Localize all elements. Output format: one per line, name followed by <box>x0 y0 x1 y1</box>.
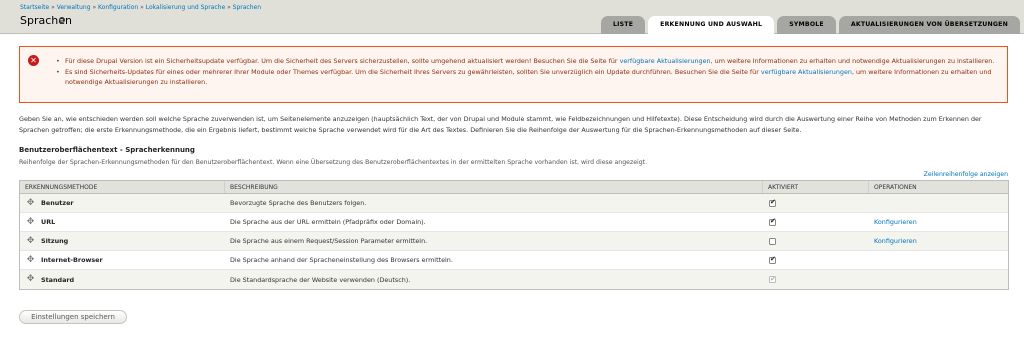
column-header-description: Beschreibung <box>225 181 763 193</box>
section-title: Benutzeroberflächentext - Spracherkennun… <box>19 146 195 154</box>
breadcrumb: Startseite » Verwaltung » Konfiguration … <box>20 4 261 11</box>
method-cell: ✥ Benutzer <box>20 194 225 212</box>
breadcrumb-link-languages[interactable]: Sprachen <box>233 4 261 11</box>
configure-link[interactable]: Konfigurieren <box>874 218 917 226</box>
enabled-cell <box>763 232 869 250</box>
breadcrumb-separator: » <box>51 4 55 11</box>
enabled-checkbox[interactable] <box>769 237 776 245</box>
enabled-checkbox[interactable] <box>769 198 776 207</box>
detection-methods-table: Erkennungsmethode Beschreibung Aktiviert… <box>19 180 1009 290</box>
show-row-weights-link[interactable]: Zeilenreihenfolge anzeigen <box>924 171 1008 178</box>
message-text: Für diese Drupal Version ist ein Sicherh… <box>65 57 620 65</box>
page-header: Startseite » Verwaltung » Konfiguration … <box>0 0 1024 35</box>
breadcrumb-link-admin[interactable]: Verwaltung <box>57 4 91 11</box>
method-cell: ✥ Standard <box>20 270 225 289</box>
enabled-cell <box>763 251 869 269</box>
breadcrumb-separator: » <box>140 4 144 11</box>
table-row: ✥ Internet-Browser Die Sprache anhand der … <box>20 251 1008 270</box>
enabled-checkbox[interactable] <box>769 255 776 264</box>
operations-cell <box>869 251 1008 269</box>
tab-symbole[interactable]: Symbole <box>777 16 836 34</box>
configure-link[interactable]: Konfigurieren <box>874 237 917 245</box>
table-row: ✥ URL Die Sprache aus der URL ermitteln (P… <box>20 213 1008 232</box>
error-icon: ✕ <box>28 55 39 66</box>
method-name: Benutzer <box>41 199 74 207</box>
drag-handle-icon[interactable]: ✥ <box>26 217 35 227</box>
breadcrumb-link-home[interactable]: Startseite <box>20 4 49 11</box>
operations-cell <box>869 270 1008 289</box>
message-list: Für diese Drupal Version ist ein Sicherh… <box>56 56 1002 88</box>
method-name: Internet-Browser <box>41 256 103 264</box>
method-name: URL <box>41 218 56 226</box>
table-header: Erkennungsmethode Beschreibung Aktiviert… <box>20 181 1008 194</box>
breadcrumb-separator: » <box>227 4 231 11</box>
save-settings-button[interactable]: Einstellungen speichern <box>19 310 127 324</box>
table-row: ✥ Sitzung Die Sprache aus einem Request/Se… <box>20 232 1008 251</box>
column-header-operations: Operationen <box>874 184 917 191</box>
error-messages: ✕ Für diese Drupal Version ist ein Siche… <box>19 46 1008 103</box>
method-name: Standard <box>41 275 75 284</box>
drag-handle-icon[interactable]: ✥ <box>26 275 35 284</box>
description-cell: Bevorzugte Sprache des Benutzers folgen. <box>230 199 367 207</box>
message-item: Es sind Sicherheits-Updates für eines od… <box>56 67 1002 88</box>
table-body: ✥ Benutzer Bevorzugte Sprache des Benutzer… <box>20 194 1008 289</box>
enabled-checkbox[interactable] <box>769 217 776 226</box>
shortcut-icon[interactable] <box>59 17 65 23</box>
tab-erkennung-und-auswahl[interactable]: Erkennung und Auswahl <box>648 16 775 35</box>
message-text: , um weitere Informationen zu erhalten u… <box>710 57 995 65</box>
intro-text: Geben Sie an, wie entschieden werden sol… <box>19 115 982 134</box>
operations-cell: Konfigurieren <box>869 232 1008 250</box>
message-text: Es sind Sicherheits-Updates für eines od… <box>65 67 761 76</box>
enabled-cell <box>763 213 869 231</box>
column-header-method: Erkennungsmethode <box>20 181 225 193</box>
column-header-enabled: Aktiviert <box>763 181 869 193</box>
enabled-cell <box>763 194 869 212</box>
breadcrumb-link-config[interactable]: Konfiguration <box>98 4 138 11</box>
section-description: Reihenfolge der Sprachen-Erkennungsmetho… <box>19 159 648 166</box>
operations-cell <box>869 194 1008 212</box>
drag-handle-icon[interactable]: ✥ <box>26 236 35 246</box>
table-row: ✥ Standard Die Standardsprache der Website… <box>20 270 1008 289</box>
description-cell: Die Sprache aus einem Request/Session Pa… <box>230 237 428 245</box>
breadcrumb-separator: » <box>92 4 97 11</box>
enabled-cell <box>763 270 869 289</box>
description-cell: Die Sprache anhand der Spracheneinstellu… <box>230 256 453 264</box>
breadcrumb-link-regional[interactable]: Lokalisierung und Sprache <box>146 4 225 11</box>
method-cell: ✥ Internet-Browser <box>20 251 225 269</box>
drag-handle-icon[interactable]: ✥ <box>26 255 35 265</box>
primary-tabs: Liste Erkennung und Auswahl Symbole Aktu… <box>601 16 1020 35</box>
description-cell: Die Sprache aus der URL ermitteln (Pfadp… <box>230 218 426 226</box>
enabled-checkbox <box>769 275 776 283</box>
tab-liste[interactable]: Liste <box>601 16 646 34</box>
available-updates-link[interactable]: verfügbare Aktualisierungen <box>620 57 711 65</box>
method-name: Sitzung <box>41 237 69 245</box>
message-item: Für diese Drupal Version ist ein Sicherh… <box>56 56 1002 67</box>
method-cell: ✥ URL <box>20 213 225 231</box>
drag-handle-icon[interactable]: ✥ <box>26 198 35 208</box>
table-row: ✥ Benutzer Bevorzugte Sprache des Benutzer… <box>20 194 1008 213</box>
available-updates-link[interactable]: verfügbare Aktualisierungen <box>761 68 852 76</box>
operations-cell: Konfigurieren <box>869 213 1008 231</box>
description-cell: Die Standardsprache der Website verwende… <box>230 275 411 284</box>
method-cell: ✥ Sitzung <box>20 232 225 250</box>
tab-aktualisierungen[interactable]: Aktualisierungen von Übersetzungen <box>838 16 1020 34</box>
